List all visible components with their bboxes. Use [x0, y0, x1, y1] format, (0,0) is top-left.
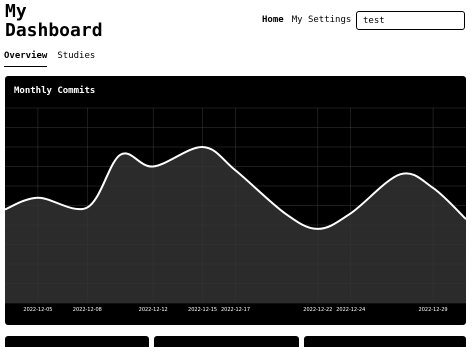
nav-settings-link[interactable]: My Settings	[292, 15, 352, 25]
summary-card-2	[154, 336, 299, 347]
summary-card-3	[304, 336, 466, 347]
tab-bar: Overview Studies	[4, 51, 95, 67]
monthly-commits-chart-card: 2022-12-05 2022-12-08 2022-12-12 2022-12-15…	[5, 76, 466, 325]
search-input[interactable]	[356, 11, 465, 30]
x-tick-label: 2022-12-29	[419, 307, 448, 313]
chart-title: Monthly Commits	[14, 86, 96, 96]
tab-studies[interactable]: Studies	[57, 51, 95, 67]
top-nav: Home My Settings	[262, 15, 351, 25]
x-tick-label: 2022-12-12	[139, 307, 168, 313]
x-tick-label: 2022-12-05	[23, 307, 52, 313]
x-tick-label: 2022-12-15	[188, 307, 217, 313]
x-tick-label: 2022-12-08	[73, 307, 102, 313]
tab-overview[interactable]: Overview	[4, 51, 48, 67]
nav-home-link[interactable]: Home	[262, 15, 284, 25]
x-tick-label: 2022-12-17	[221, 307, 250, 313]
x-tick-label: 2022-12-22	[303, 307, 332, 313]
app-title: My Dashboard	[5, 1, 103, 41]
summary-card-1	[5, 336, 149, 347]
x-tick-label: 2022-12-24	[336, 307, 365, 313]
monthly-commits-chart: 2022-12-05 2022-12-08 2022-12-12 2022-12-15…	[5, 107, 466, 313]
